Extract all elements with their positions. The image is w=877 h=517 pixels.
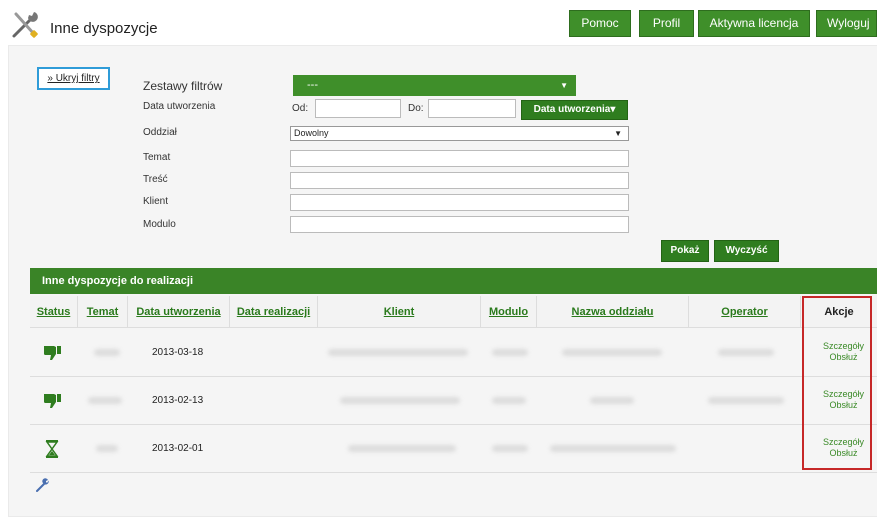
- table-title: Inne dyspozycje do realizacji: [30, 268, 877, 294]
- branch-select[interactable]: Dowolny ▼: [290, 126, 629, 141]
- help-button[interactable]: Pomoc: [569, 10, 631, 37]
- module-label: Modulo: [143, 219, 176, 230]
- show-button[interactable]: Pokaż: [661, 240, 709, 262]
- thumbs-down-icon: [44, 394, 61, 408]
- from-label: Od:: [292, 103, 309, 114]
- clear-button[interactable]: Wyczyść: [714, 240, 779, 262]
- branch-select-value: Dowolny: [294, 128, 329, 138]
- filter-sets-value: ---: [307, 79, 318, 91]
- module-input[interactable]: [290, 216, 629, 233]
- column-branch-name[interactable]: Nazwa oddziału: [537, 296, 689, 328]
- page-title: Inne dyspozycje: [50, 20, 158, 37]
- column-status[interactable]: Status: [30, 296, 78, 328]
- filter-sets-select[interactable]: --- ▼: [293, 75, 576, 96]
- branch-label: Oddział: [143, 127, 177, 138]
- tools-icon: [12, 12, 38, 38]
- table-header: Status Temat Data utworzenia Data realiz…: [30, 296, 877, 328]
- to-label: Do:: [408, 103, 424, 114]
- subject-label: Temat: [143, 152, 171, 163]
- content-label: Treść: [143, 174, 168, 185]
- wrench-icon[interactable]: [36, 478, 50, 492]
- client-input[interactable]: [290, 194, 629, 211]
- hide-filters-link[interactable]: » Ukryj filtry: [37, 67, 110, 90]
- table-row: 2013-02-01 Szczegóły Obsłuż: [30, 425, 877, 473]
- actions-column-highlight: [802, 296, 872, 470]
- created-date-label: Data utworzenia: [143, 101, 216, 112]
- column-client[interactable]: Klient: [318, 296, 481, 328]
- date-to-input[interactable]: [428, 99, 516, 118]
- profile-button[interactable]: Profil: [639, 10, 694, 37]
- created-date-cell: 2013-02-13: [152, 395, 204, 406]
- column-subject[interactable]: Temat: [78, 296, 128, 328]
- column-module[interactable]: Modulo: [481, 296, 537, 328]
- thumbs-down-icon: [44, 346, 61, 360]
- content-input[interactable]: [290, 172, 629, 189]
- table-row: 2013-03-18 Szczegóły Obsłuż: [30, 329, 877, 377]
- chevron-down-icon: ▼: [560, 81, 568, 90]
- column-created-date[interactable]: Data utworzenia: [128, 296, 230, 328]
- logout-button[interactable]: Wyloguj: [816, 10, 877, 37]
- active-license-button[interactable]: Aktywna licencja: [698, 10, 810, 37]
- date-from-input[interactable]: [315, 99, 401, 118]
- filter-sets-label: Zestawy filtrów: [143, 79, 223, 93]
- column-completion-date[interactable]: Data realizacji: [230, 296, 318, 328]
- hourglass-icon: [45, 440, 59, 458]
- created-date-dropdown-button[interactable]: Data utworzenia▾: [521, 100, 628, 120]
- table-row: 2013-02-13 Szczegóły Obsłuż: [30, 377, 877, 425]
- client-label: Klient: [143, 196, 169, 207]
- chevron-down-icon: ▼: [614, 129, 622, 138]
- created-date-cell: 2013-03-18: [152, 347, 204, 358]
- created-date-cell: 2013-02-01: [152, 443, 204, 454]
- column-operator[interactable]: Operator: [689, 296, 801, 328]
- subject-input[interactable]: [290, 150, 629, 167]
